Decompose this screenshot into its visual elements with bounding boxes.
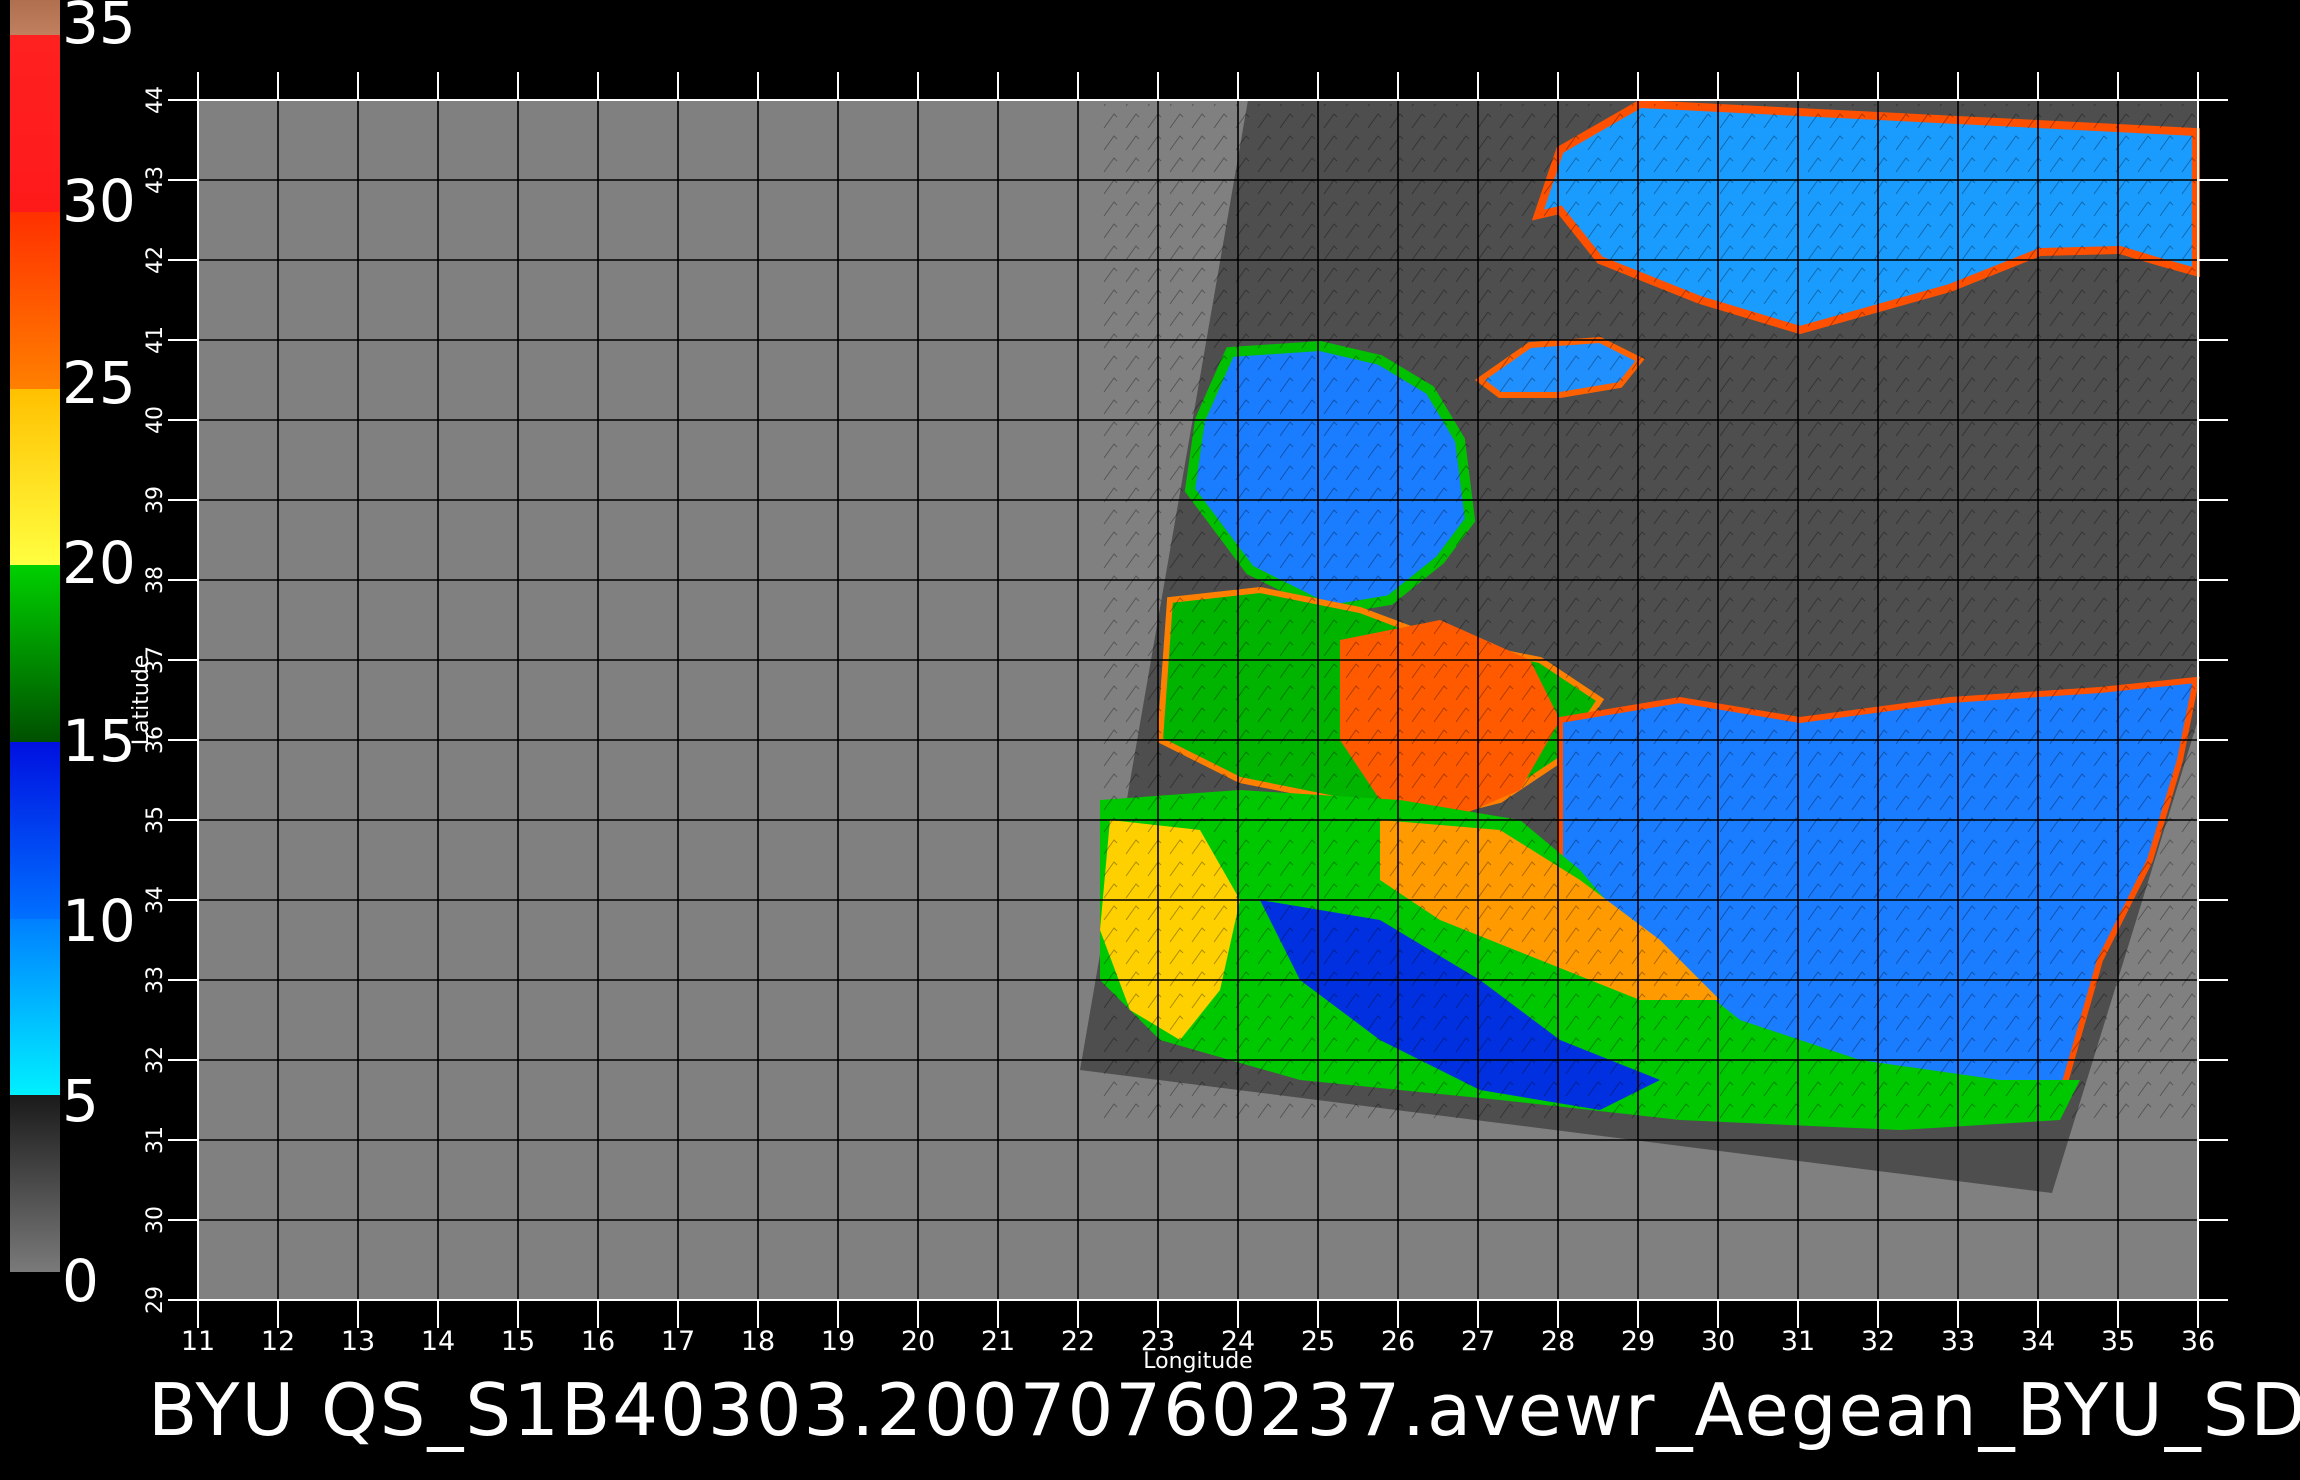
longitude-tick-label: 34 <box>2021 1326 2055 1357</box>
latitude-tick-label: 44 <box>143 86 168 114</box>
longitude-tick-label: 22 <box>1061 1326 1095 1357</box>
wind-field-regions <box>1100 99 2200 1130</box>
latitude-tick-label: 29 <box>143 1286 168 1314</box>
latitude-tick-label: 40 <box>143 406 168 434</box>
longitude-tick-label: 36 <box>2181 1326 2215 1357</box>
latitude-tick-label: 33 <box>143 966 168 994</box>
latitude-tick-label: 39 <box>143 486 168 514</box>
latitude-tick-label: 30 <box>143 1206 168 1234</box>
longitude-tick-label: 12 <box>261 1326 295 1357</box>
wind-barbs-overlay <box>1100 104 2196 1124</box>
latitude-tick-label: 32 <box>143 1046 168 1074</box>
footer-filename: BYU QS_S1B40303.20070760237.avewr_Aegean… <box>148 1368 2300 1452</box>
longitude-tick-label: 14 <box>421 1326 455 1357</box>
longitude-tick-label: 15 <box>501 1326 535 1357</box>
longitude-tick-label: 13 <box>341 1326 375 1357</box>
longitude-tick-label: 21 <box>981 1326 1015 1357</box>
longitude-tick-label: 18 <box>741 1326 775 1357</box>
longitude-tick-label: 30 <box>1701 1326 1735 1357</box>
latitude-tick-label: 31 <box>143 1126 168 1154</box>
longitude-tick-label: 25 <box>1301 1326 1335 1357</box>
latitude-tick-label: 43 <box>143 166 168 194</box>
latitude-tick-label: 35 <box>143 806 168 834</box>
latitude-tick-label: 42 <box>143 246 168 274</box>
longitude-tick-label: 16 <box>581 1326 615 1357</box>
longitude-tick-label: 29 <box>1621 1326 1655 1357</box>
longitude-tick-label: 19 <box>821 1326 855 1357</box>
longitude-tick-label: 35 <box>2101 1326 2135 1357</box>
longitude-tick-label: 27 <box>1461 1326 1495 1357</box>
longitude-tick-label: 32 <box>1861 1326 1895 1357</box>
latitude-tick-label: 38 <box>143 566 168 594</box>
longitude-tick-label: 31 <box>1781 1326 1815 1357</box>
longitude-tick-label: 26 <box>1381 1326 1415 1357</box>
aegean-wind-map: 11 12 13 14 15 16 17 18 19 20 21 22 23 24 25 26 27 28 29 30… <box>129 72 2228 1374</box>
longitude-tick-label: 20 <box>901 1326 935 1357</box>
longitude-tick-label: 28 <box>1541 1326 1575 1357</box>
longitude-tick-label: 17 <box>661 1326 695 1357</box>
longitude-tick-label: 11 <box>181 1326 215 1357</box>
longitude-tick-label: 33 <box>1941 1326 1975 1357</box>
map-figure: 35 30 25 20 15 10 5 0 11 12 13 14 15 16 … <box>0 0 2300 1480</box>
latitude-tick-label: 34 <box>143 886 168 914</box>
y-axis-label: Latitude <box>129 655 154 746</box>
latitude-tick-label: 41 <box>143 326 168 354</box>
